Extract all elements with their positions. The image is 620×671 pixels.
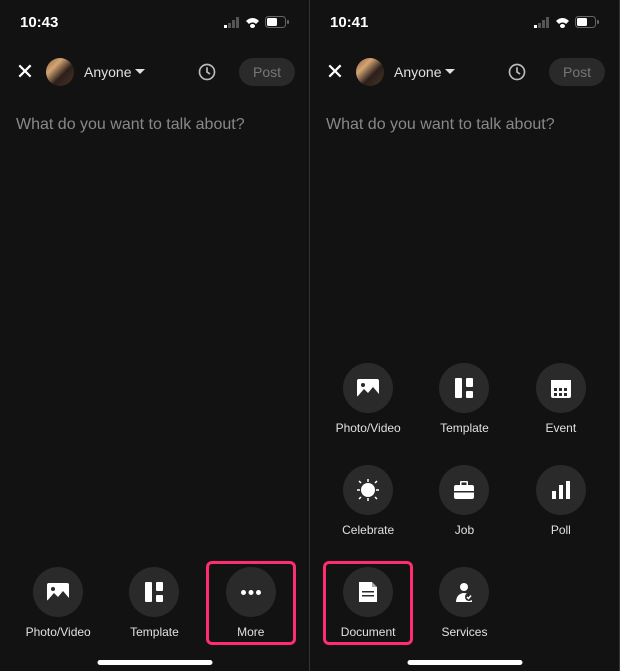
- document-icon: [359, 582, 377, 602]
- tool-poll[interactable]: Poll: [516, 459, 606, 543]
- tool-template[interactable]: Template: [419, 357, 509, 441]
- signal-icon: [534, 17, 550, 28]
- photo-icon: [357, 379, 379, 397]
- signal-icon: [224, 17, 240, 28]
- tool-services[interactable]: Services: [419, 561, 509, 645]
- audience-label: Anyone: [394, 64, 441, 80]
- tool-label: Celebrate: [342, 523, 394, 537]
- photo-icon: [47, 583, 69, 601]
- audience-label: Anyone: [84, 64, 131, 80]
- services-icon: [455, 582, 473, 602]
- close-icon[interactable]: ✕: [324, 59, 346, 85]
- template-icon: [145, 582, 163, 602]
- post-button[interactable]: Post: [549, 58, 605, 86]
- battery-icon: [575, 16, 599, 28]
- avatar[interactable]: [46, 58, 74, 86]
- clock-icon[interactable]: [197, 62, 217, 82]
- tool-label: Template: [440, 421, 489, 435]
- tool-more[interactable]: More: [206, 561, 296, 645]
- composer-header: ✕ Anyone Post: [310, 44, 619, 100]
- attachment-toolbar: Photo/Video Template More: [0, 553, 309, 671]
- tool-template[interactable]: Template: [109, 561, 199, 645]
- wifi-icon: [245, 17, 260, 28]
- composer-input[interactable]: What do you want to talk about?: [0, 100, 309, 150]
- composer-input[interactable]: What do you want to talk about?: [310, 100, 619, 150]
- attachment-grid: Photo/Video Template Event Celebrate Job: [310, 347, 619, 671]
- composer-header: ✕ Anyone Post: [0, 44, 309, 100]
- tool-photo-video[interactable]: Photo/Video: [13, 561, 103, 645]
- home-indicator[interactable]: [97, 660, 212, 665]
- tool-label: Services: [441, 625, 487, 639]
- tool-label: Job: [455, 523, 474, 537]
- clock-icon[interactable]: [507, 62, 527, 82]
- close-icon[interactable]: ✕: [14, 59, 36, 85]
- status-bar: 10:43: [0, 0, 309, 44]
- phone-right: 10:41 ✕ Anyone Post What do you want to …: [310, 0, 620, 671]
- status-indicators: [534, 16, 599, 28]
- status-indicators: [224, 16, 289, 28]
- tool-label: Event: [545, 421, 576, 435]
- chevron-down-icon: [445, 69, 455, 75]
- audience-selector[interactable]: Anyone: [84, 64, 145, 80]
- status-time: 10:41: [330, 14, 368, 31]
- status-time: 10:43: [20, 14, 58, 31]
- celebrate-icon: [357, 479, 379, 501]
- more-icon: [241, 590, 261, 595]
- post-button[interactable]: Post: [239, 58, 295, 86]
- tool-label: Document: [341, 625, 396, 639]
- tool-label: Photo/Video: [336, 421, 401, 435]
- template-icon: [455, 378, 473, 398]
- tool-label: More: [237, 625, 264, 639]
- tool-photo-video[interactable]: Photo/Video: [323, 357, 413, 441]
- tool-celebrate[interactable]: Celebrate: [323, 459, 413, 543]
- phone-left: 10:43 ✕ Anyone Post What do you want to …: [0, 0, 310, 671]
- tool-label: Template: [130, 625, 179, 639]
- audience-selector[interactable]: Anyone: [394, 64, 455, 80]
- chevron-down-icon: [135, 69, 145, 75]
- battery-icon: [265, 16, 289, 28]
- status-bar: 10:41: [310, 0, 619, 44]
- wifi-icon: [555, 17, 570, 28]
- tool-event[interactable]: Event: [516, 357, 606, 441]
- calendar-icon: [551, 378, 571, 398]
- home-indicator[interactable]: [407, 660, 522, 665]
- briefcase-icon: [454, 481, 474, 499]
- avatar[interactable]: [356, 58, 384, 86]
- poll-icon: [552, 481, 570, 499]
- tool-label: Photo/Video: [26, 625, 91, 639]
- tool-job[interactable]: Job: [419, 459, 509, 543]
- tool-label: Poll: [551, 523, 571, 537]
- tool-document[interactable]: Document: [323, 561, 413, 645]
